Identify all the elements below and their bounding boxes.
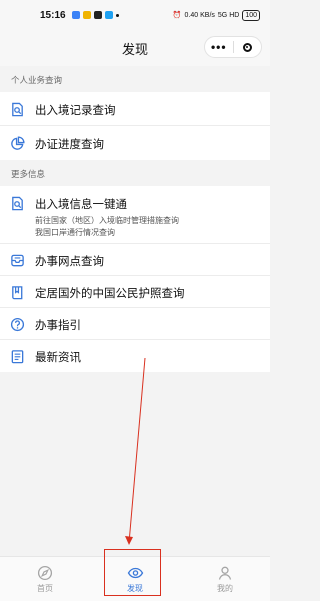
app-notification-icon [93,11,102,19]
document-search-icon [12,102,23,117]
eye-icon [127,567,143,578]
list-item-overseas-passport[interactable]: 定居国外的中国公民护照查询 [0,276,270,308]
user-icon [218,566,232,580]
tab-label: 首页 [37,583,53,593]
network-speed: 0.40 KB/s [184,11,215,19]
list-item-certificate-progress[interactable]: 办证进度查询 [0,126,270,160]
list-item-info-one-stop[interactable]: 出入境信息一键通 前往国家（地区）入境临时管理措施查询 我国口岸通行情况查询 [0,186,270,244]
app-notification-icon [71,11,80,19]
alarm-icon: ⏰ [172,12,182,19]
list-item-entry-exit-records[interactable]: 出入境记录查询 [0,92,270,126]
navigation-header: 发现 ••• [0,30,270,66]
page-title: 发现 [121,41,148,57]
status-bar: 15:16 ⏰ 0.40 KB/s 5G HD 100 [0,0,270,30]
close-miniprogram-button[interactable] [234,42,262,52]
compass-icon [37,565,53,580]
list-item-label: 出入境记录查询 [35,105,116,117]
tab-home[interactable]: 首页 [0,557,90,601]
inbox-icon [11,254,24,267]
list-item-label: 出入境信息一键通 [35,199,127,211]
tab-mine[interactable]: 我的 [180,557,270,601]
list-item-label: 办事网点查询 [35,256,104,268]
list-item-subtitle: 前往国家（地区）入境临时管理措施查询 [35,216,179,225]
list-item-label: 办事指引 [35,320,81,332]
tab-discover[interactable]: 发现 [90,557,180,601]
notification-icons [71,11,119,19]
news-list-icon [11,350,24,364]
status-time: 15:16 [40,9,66,21]
bottom-tab-bar: 首页 发现 我的 [0,556,270,601]
list-item-service-outlets[interactable]: 办事网点查询 [0,244,270,276]
signal-icon: 5G HD [217,11,240,19]
miniprogram-capsule: ••• [204,36,262,58]
tab-label: 我的 [217,583,233,593]
notification-dot-icon [115,13,119,17]
list-item-subtitle: 我国口岸通行情况查询 [35,228,115,237]
section-header-personal: 个人业务查询 [0,68,270,92]
close-ring-icon [242,42,252,52]
list-item-text: 出入境信息一键通 前往国家（地区）入境临时管理措施查询 我国口岸通行情况查询 [35,196,179,239]
app-notification-icon [82,11,91,19]
pie-chart-icon [11,136,25,150]
list-item-label: 办证进度查询 [35,139,104,151]
status-indicators: ⏰ 0.40 KB/s 5G HD 100 [172,9,260,21]
list-item-label: 定居国外的中国公民护照查询 [35,288,185,300]
more-menu-button[interactable]: ••• [205,41,233,53]
document-search-icon [12,196,23,211]
passport-book-icon [12,286,23,300]
tab-label: 发现 [127,583,143,593]
section-header-more-info: 更多信息 [0,162,270,186]
question-circle-icon [10,317,25,332]
personal-query-list: 出入境记录查询 办证进度查询 [0,92,270,160]
battery-icon: 100 [242,9,260,21]
app-notification-icon [104,11,113,19]
more-info-list: 出入境信息一键通 前往国家（地区）入境临时管理措施查询 我国口岸通行情况查询 办… [0,186,270,372]
list-item-service-guide[interactable]: 办事指引 [0,308,270,340]
list-item-latest-news[interactable]: 最新资讯 [0,340,270,372]
list-item-label: 最新资讯 [35,352,81,364]
